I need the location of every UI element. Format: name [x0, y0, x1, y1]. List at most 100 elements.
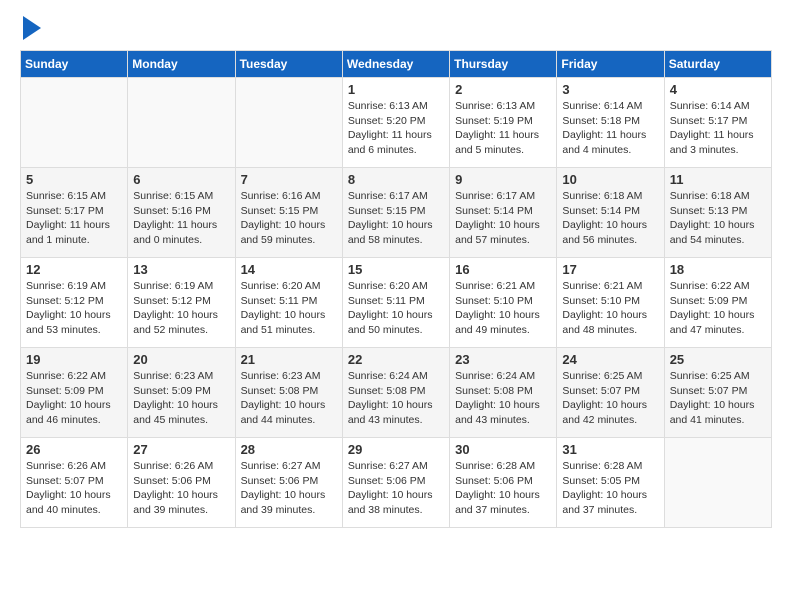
- day-number: 19: [26, 352, 122, 367]
- daylight-text: Daylight: 10 hours and 58 minutes.: [348, 218, 444, 247]
- sunset-text: Sunset: 5:06 PM: [133, 474, 229, 489]
- daylight-text: Daylight: 10 hours and 39 minutes.: [133, 488, 229, 517]
- sunrise-text: Sunrise: 6:26 AM: [26, 459, 122, 474]
- daylight-text: Daylight: 10 hours and 52 minutes.: [133, 308, 229, 337]
- sunrise-text: Sunrise: 6:23 AM: [133, 369, 229, 384]
- day-number: 15: [348, 262, 444, 277]
- sunrise-text: Sunrise: 6:16 AM: [241, 189, 337, 204]
- day-number: 17: [562, 262, 658, 277]
- day-number: 18: [670, 262, 766, 277]
- calendar-cell: 27Sunrise: 6:26 AMSunset: 5:06 PMDayligh…: [128, 438, 235, 528]
- sunrise-text: Sunrise: 6:25 AM: [562, 369, 658, 384]
- calendar-cell: 17Sunrise: 6:21 AMSunset: 5:10 PMDayligh…: [557, 258, 664, 348]
- calendar-cell: 31Sunrise: 6:28 AMSunset: 5:05 PMDayligh…: [557, 438, 664, 528]
- day-number: 14: [241, 262, 337, 277]
- sunset-text: Sunset: 5:05 PM: [562, 474, 658, 489]
- day-number: 6: [133, 172, 229, 187]
- daylight-text: Daylight: 10 hours and 43 minutes.: [348, 398, 444, 427]
- sunset-text: Sunset: 5:07 PM: [670, 384, 766, 399]
- sunrise-text: Sunrise: 6:19 AM: [133, 279, 229, 294]
- daylight-text: Daylight: 10 hours and 41 minutes.: [670, 398, 766, 427]
- calendar-cell: 22Sunrise: 6:24 AMSunset: 5:08 PMDayligh…: [342, 348, 449, 438]
- sunset-text: Sunset: 5:06 PM: [348, 474, 444, 489]
- sunset-text: Sunset: 5:19 PM: [455, 114, 551, 129]
- day-number: 28: [241, 442, 337, 457]
- day-number: 21: [241, 352, 337, 367]
- daylight-text: Daylight: 10 hours and 44 minutes.: [241, 398, 337, 427]
- calendar-cell: 21 Sunrise: 6:23 AMSunset: 5:08 PMDayligh…: [235, 348, 342, 438]
- page-header: [20, 20, 772, 40]
- calendar-cell: 23 Sunrise: 6:24 AMSunset: 5:08 PMDayligh…: [450, 348, 557, 438]
- sunrise-text: Sunrise: 6:28 AM: [562, 459, 658, 474]
- day-number: 23: [455, 352, 551, 367]
- daylight-text: Daylight: 10 hours and 51 minutes.: [241, 308, 337, 337]
- day-number: 13: [133, 262, 229, 277]
- daylight-text: Daylight: 10 hours and 40 minutes.: [26, 488, 122, 517]
- weekday-header-tuesday: Tuesday: [235, 51, 342, 78]
- sunrise-text: Sunrise: 6:17 AM: [348, 189, 444, 204]
- calendar-cell: [235, 78, 342, 168]
- calendar-cell: 3Sunrise: 6:14 AMSunset: 5:18 PMDaylight…: [557, 78, 664, 168]
- day-number: 7: [241, 172, 337, 187]
- sunrise-text: Sunrise: 6:15 AM: [133, 189, 229, 204]
- sunset-text: Sunset: 5:07 PM: [562, 384, 658, 399]
- calendar-cell: 19Sunrise: 6:22 AMSunset: 5:09 PMDayligh…: [21, 348, 128, 438]
- day-number: 29: [348, 442, 444, 457]
- daylight-text: Daylight: 10 hours and 53 minutes.: [26, 308, 122, 337]
- weekday-header-wednesday: Wednesday: [342, 51, 449, 78]
- sunrise-text: Sunrise: 6:24 AM: [455, 369, 551, 384]
- sunset-text: Sunset: 5:08 PM: [241, 384, 337, 399]
- sunset-text: Sunset: 5:12 PM: [133, 294, 229, 309]
- calendar-cell: 15Sunrise: 6:20 AMSunset: 5:11 PMDayligh…: [342, 258, 449, 348]
- daylight-text: Daylight: 10 hours and 37 minutes.: [455, 488, 551, 517]
- calendar-cell: 11Sunrise: 6:18 AMSunset: 5:13 PMDayligh…: [664, 168, 771, 258]
- daylight-text: Daylight: 10 hours and 47 minutes.: [670, 308, 766, 337]
- calendar-header-row: SundayMondayTuesdayWednesdayThursdayFrid…: [21, 51, 772, 78]
- calendar-week-row: 1Sunrise: 6:13 AMSunset: 5:20 PMDaylight…: [21, 78, 772, 168]
- weekday-header-saturday: Saturday: [664, 51, 771, 78]
- daylight-text: Daylight: 10 hours and 46 minutes.: [26, 398, 122, 427]
- calendar-week-row: 26Sunrise: 6:26 AMSunset: 5:07 PMDayligh…: [21, 438, 772, 528]
- sunrise-text: Sunrise: 6:18 AM: [670, 189, 766, 204]
- sunset-text: Sunset: 5:11 PM: [241, 294, 337, 309]
- calendar-cell: 20Sunrise: 6:23 AMSunset: 5:09 PMDayligh…: [128, 348, 235, 438]
- sunrise-text: Sunrise: 6:14 AM: [562, 99, 658, 114]
- daylight-text: Daylight: 11 hours and 0 minutes.: [133, 218, 229, 247]
- calendar-table: SundayMondayTuesdayWednesdayThursdayFrid…: [20, 50, 772, 528]
- daylight-text: Daylight: 11 hours and 4 minutes.: [562, 128, 658, 157]
- sunset-text: Sunset: 5:06 PM: [455, 474, 551, 489]
- sunset-text: Sunset: 5:07 PM: [26, 474, 122, 489]
- daylight-text: Daylight: 10 hours and 59 minutes.: [241, 218, 337, 247]
- daylight-text: Daylight: 10 hours and 54 minutes.: [670, 218, 766, 247]
- calendar-cell: 2Sunrise: 6:13 AMSunset: 5:19 PMDaylight…: [450, 78, 557, 168]
- sunset-text: Sunset: 5:18 PM: [562, 114, 658, 129]
- daylight-text: Daylight: 11 hours and 6 minutes.: [348, 128, 444, 157]
- sunrise-text: Sunrise: 6:20 AM: [348, 279, 444, 294]
- sunset-text: Sunset: 5:13 PM: [670, 204, 766, 219]
- sunrise-text: Sunrise: 6:25 AM: [670, 369, 766, 384]
- sunrise-text: Sunrise: 6:21 AM: [562, 279, 658, 294]
- calendar-cell: 7Sunrise: 6:16 AMSunset: 5:15 PMDaylight…: [235, 168, 342, 258]
- daylight-text: Daylight: 10 hours and 42 minutes.: [562, 398, 658, 427]
- calendar-cell: [664, 438, 771, 528]
- day-number: 2: [455, 82, 551, 97]
- day-number: 16: [455, 262, 551, 277]
- sunrise-text: Sunrise: 6:23 AM: [241, 369, 337, 384]
- sunset-text: Sunset: 5:09 PM: [26, 384, 122, 399]
- daylight-text: Daylight: 10 hours and 43 minutes.: [455, 398, 551, 427]
- day-number: 31: [562, 442, 658, 457]
- calendar-cell: 18Sunrise: 6:22 AMSunset: 5:09 PMDayligh…: [664, 258, 771, 348]
- weekday-header-sunday: Sunday: [21, 51, 128, 78]
- calendar-cell: 30Sunrise: 6:28 AMSunset: 5:06 PMDayligh…: [450, 438, 557, 528]
- daylight-text: Daylight: 10 hours and 48 minutes.: [562, 308, 658, 337]
- day-number: 30: [455, 442, 551, 457]
- logo: [20, 20, 41, 40]
- sunset-text: Sunset: 5:08 PM: [455, 384, 551, 399]
- calendar-cell: 16Sunrise: 6:21 AMSunset: 5:10 PMDayligh…: [450, 258, 557, 348]
- sunset-text: Sunset: 5:16 PM: [133, 204, 229, 219]
- daylight-text: Daylight: 10 hours and 38 minutes.: [348, 488, 444, 517]
- sunset-text: Sunset: 5:14 PM: [455, 204, 551, 219]
- calendar-cell: 24Sunrise: 6:25 AMSunset: 5:07 PMDayligh…: [557, 348, 664, 438]
- daylight-text: Daylight: 10 hours and 50 minutes.: [348, 308, 444, 337]
- calendar-cell: 14Sunrise: 6:20 AMSunset: 5:11 PMDayligh…: [235, 258, 342, 348]
